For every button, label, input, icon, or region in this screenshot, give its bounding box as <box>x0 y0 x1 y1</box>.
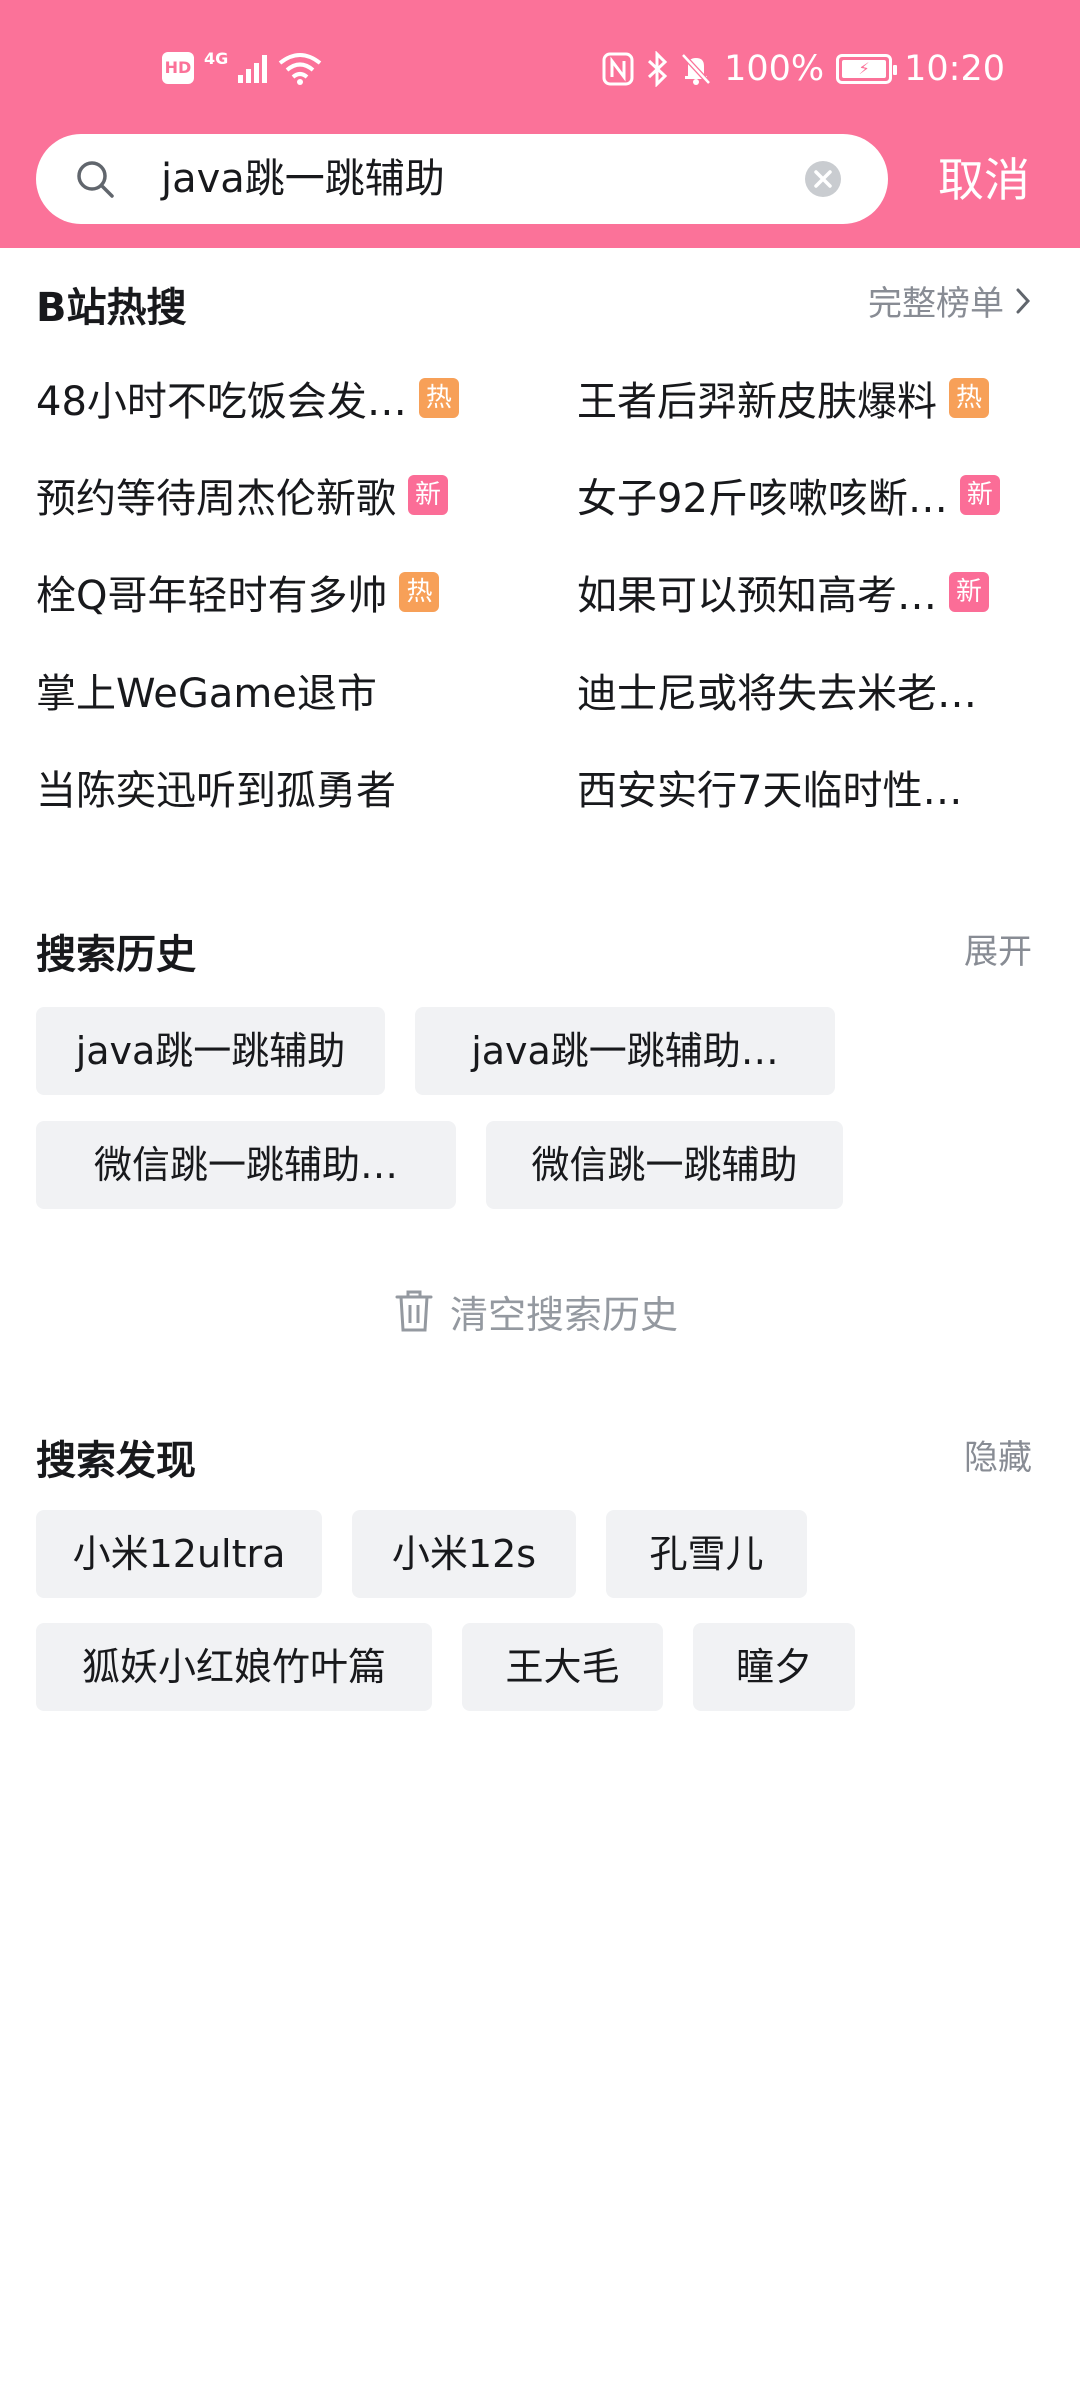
expand-button[interactable]: 展开 <box>964 924 1032 973</box>
clear-history-button[interactable]: 清空搜索历史 <box>394 1283 678 1339</box>
mute-icon <box>681 53 711 85</box>
bluetooth-icon <box>648 51 668 87</box>
hot-search-item[interactable]: 迪士尼或将失去米老… <box>577 660 977 720</box>
status-right: 100% ⚡ 10:20 <box>602 44 1005 94</box>
hot-badge: 热 <box>418 378 459 418</box>
hot-search-item[interactable]: 48小时不吃饭会发… 热 <box>36 368 459 428</box>
hot-search-text: 王者后羿新皮肤爆料 <box>577 379 937 425</box>
search-icon <box>77 161 114 198</box>
clock: 10:20 <box>904 49 1005 89</box>
history-title: 搜索历史 <box>36 932 196 978</box>
new-badge: 新 <box>959 475 1000 515</box>
hot-search-text: 当陈奕迅听到孤勇者 <box>36 768 396 814</box>
discover-chip[interactable]: 小米12ultra <box>36 1510 322 1598</box>
clear-input-icon[interactable] <box>804 160 842 198</box>
status-bar: HD 4G 100% ⚡ 10:20 <box>0 0 1080 135</box>
hot-search-text: 掌上WeGame退市 <box>36 671 377 717</box>
hot-search-text: 女子92斤咳嗽咳断… <box>577 476 948 522</box>
discover-chip[interactable]: 小米12s <box>352 1510 576 1598</box>
history-chip[interactable]: 微信跳一跳辅助… <box>36 1121 456 1209</box>
full-list-link[interactable]: 完整榜单 <box>868 276 1032 325</box>
hot-search-text: 如果可以预知高考… <box>577 573 937 619</box>
discover-chip[interactable]: 王大毛 <box>462 1623 663 1711</box>
hd-badge: HD <box>162 52 194 84</box>
discover-chip[interactable]: 孔雪儿 <box>606 1510 807 1598</box>
discover-title: 搜索发现 <box>36 1438 196 1484</box>
hot-search-item[interactable]: 女子92斤咳嗽咳断… 新 <box>577 465 1000 525</box>
nfc-icon <box>602 52 634 86</box>
hot-search-item[interactable]: 掌上WeGame退市 <box>36 660 377 720</box>
hot-search-text: 西安实行7天临时性管… <box>577 768 987 814</box>
chevron-right-icon <box>1016 288 1031 313</box>
battery-icon: ⚡ <box>836 54 898 84</box>
discover-chip[interactable]: 狐妖小红娘竹叶篇 <box>36 1623 432 1711</box>
hot-search-item[interactable]: 如果可以预知高考… 新 <box>577 562 989 622</box>
hot-search-text: 迪士尼或将失去米老… <box>577 671 977 717</box>
hot-search-text: 48小时不吃饭会发… <box>36 379 407 425</box>
full-list-label: 完整榜单 <box>868 284 1004 324</box>
hide-button[interactable]: 隐藏 <box>964 1430 1032 1479</box>
discover-chip[interactable]: 瞳夕 <box>693 1623 855 1711</box>
hot-search-item[interactable]: 王者后羿新皮肤爆料热 <box>577 368 989 428</box>
search-query[interactable]: java跳一跳辅助 <box>161 134 445 224</box>
header: HD 4G 100% ⚡ 10:20 java跳一跳辅助 取消 <box>0 0 1080 248</box>
history-chip[interactable]: java跳一跳辅助 <box>36 1007 385 1095</box>
network-type: 4G <box>204 48 229 68</box>
new-badge: 新 <box>949 572 989 612</box>
hot-search-text: 栓Q哥年轻时有多帅 <box>36 573 388 619</box>
status-left: HD 4G <box>162 48 323 88</box>
hot-search-item[interactable]: 预约等待周杰伦新歌新 <box>36 465 448 525</box>
history-chip[interactable]: java跳一跳辅助… <box>415 1007 835 1095</box>
trash-icon <box>395 1290 433 1332</box>
clear-history-label: 清空搜索历史 <box>450 1292 679 1337</box>
hot-badge: 热 <box>399 572 440 612</box>
cancel-button[interactable]: 取消 <box>938 140 1030 220</box>
history-chip[interactable]: 微信跳一跳辅助 <box>486 1121 843 1209</box>
hot-search-item[interactable]: 当陈奕迅听到孤勇者 <box>36 757 396 817</box>
signal-icon <box>238 53 268 83</box>
battery-percent: 100% <box>724 49 825 89</box>
hot-search-text: 预约等待周杰伦新歌 <box>36 476 396 522</box>
hot-search-item[interactable]: 西安实行7天临时性管… <box>577 757 987 817</box>
wifi-icon <box>279 53 322 85</box>
hot-search-item[interactable]: 栓Q哥年轻时有多帅热 <box>36 562 440 622</box>
hot-badge: 热 <box>949 378 989 418</box>
search-input[interactable]: java跳一跳辅助 <box>36 134 888 224</box>
new-badge: 新 <box>408 475 448 515</box>
hot-search-title: B站热搜 <box>36 285 187 331</box>
